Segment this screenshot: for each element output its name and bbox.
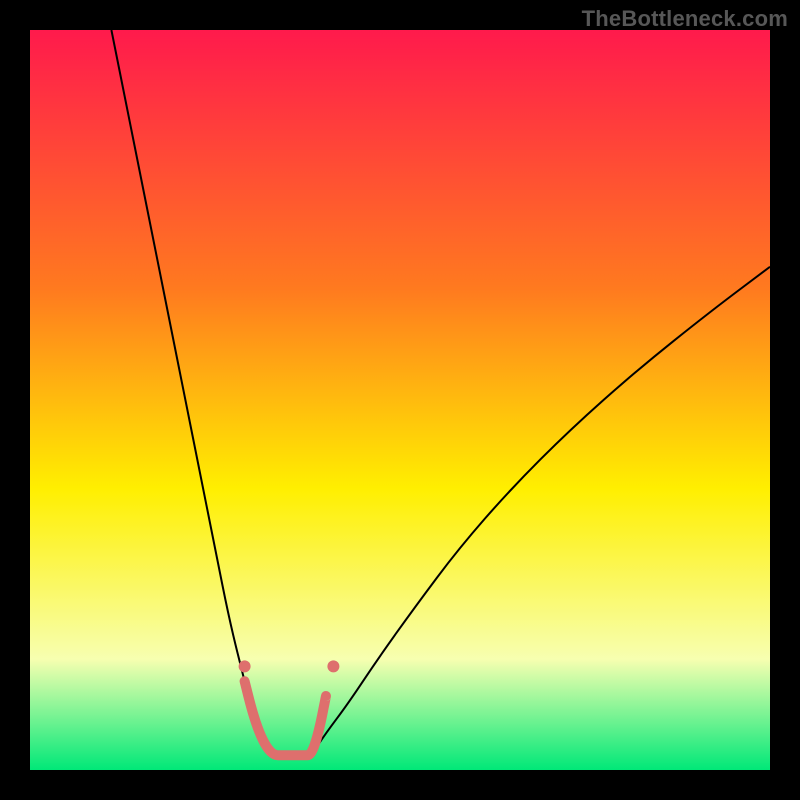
chart-frame: TheBottleneck.com [0, 0, 800, 800]
marker-right [327, 660, 339, 672]
chart-svg [30, 30, 770, 770]
watermark-text: TheBottleneck.com [582, 6, 788, 32]
marker-left [239, 660, 251, 672]
gradient-background [30, 30, 770, 770]
plot-area [30, 30, 770, 770]
